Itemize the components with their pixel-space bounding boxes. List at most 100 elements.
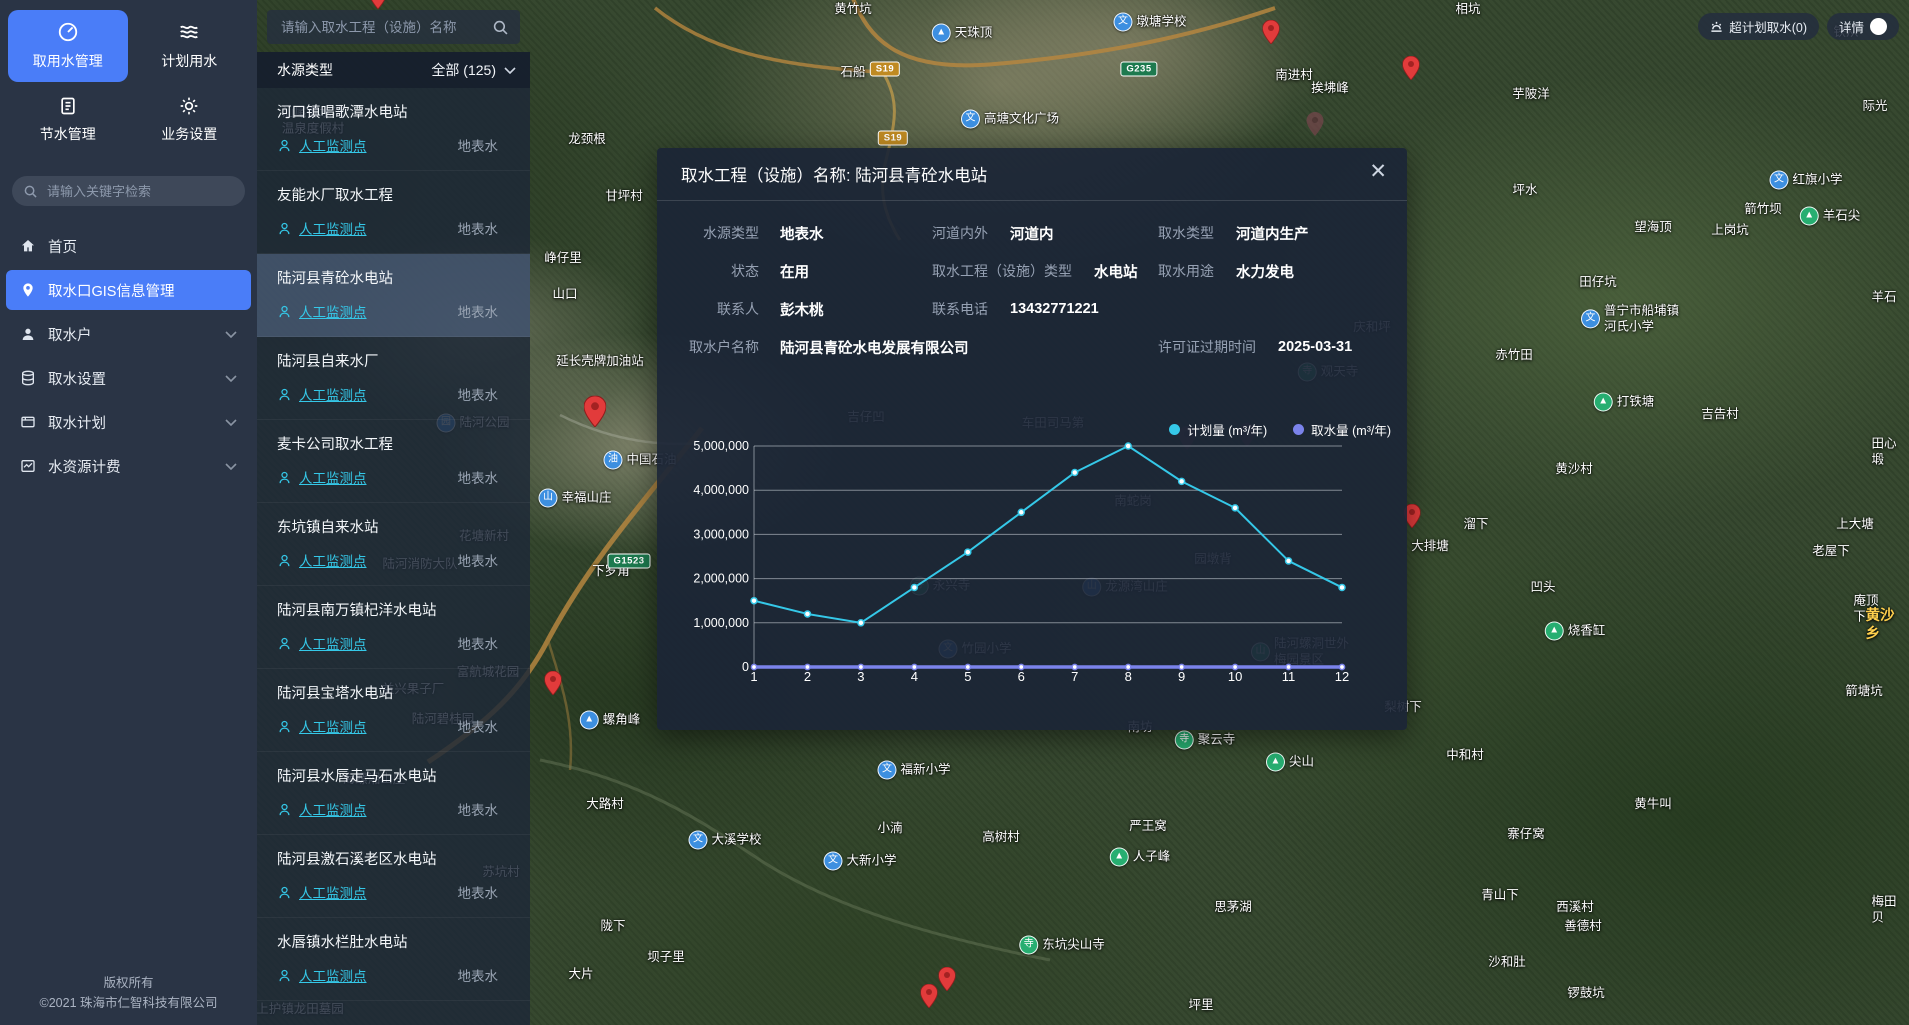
module-button[interactable]: 计划用水 (130, 10, 250, 82)
map-pin-icon[interactable] (587, 403, 604, 432)
map-place-label: 龙颈根 (568, 132, 606, 148)
station-list-item[interactable]: 陆河县宝塔水电站人工监测点 地表水 (257, 669, 530, 752)
water-source-label: 地表水 (458, 965, 499, 985)
station-list-item[interactable]: 陆河县自来水厂人工监测点地表水 (257, 337, 530, 420)
sidebar-menu: 首页取水口GIS信息管理取水户取水设置取水计划水资源计费 (0, 226, 257, 486)
station-list-item[interactable]: 麦卡公司取水工程人工监测点地表水 (257, 420, 530, 503)
green-poi-icon: ▲ (1800, 207, 1819, 226)
green-poi-icon: ▲ (1110, 848, 1129, 867)
green-poi-icon: ▲ (1594, 393, 1613, 412)
station-list-item[interactable]: 河口镇唱歌潭水电站人工监测点地表水 (257, 88, 530, 171)
map-place-name: 西溪村 (1556, 900, 1594, 916)
user-icon (20, 326, 36, 342)
monitor-type-link[interactable]: 人工监测点 (299, 882, 367, 902)
station-list-item[interactable]: 陆河县水唇走马石水电站人工监测点地表水 (257, 752, 530, 835)
sidebar-search[interactable] (12, 176, 245, 206)
svg-text:1: 1 (750, 669, 757, 684)
monitor-type-link[interactable]: 人工监测点 (299, 965, 367, 985)
field-value: 地表水 (780, 223, 824, 244)
station-list-item[interactable]: 友能水厂取水工程人工监测点地表水 (257, 171, 530, 254)
sidebar-search-input[interactable] (45, 183, 233, 200)
station-name: 陆河县宝塔水电站 (277, 682, 514, 703)
svg-text:7: 7 (1071, 669, 1078, 684)
field-value: 彭木桃 (780, 299, 824, 320)
monitor-type-link[interactable]: 人工监测点 (299, 218, 367, 238)
blue-poi-icon: 文 (823, 852, 842, 871)
over-plan-intake-button[interactable]: 超计划取水(0) (1698, 13, 1819, 40)
modal-fields: 水源类型地表水河道内外河道内取水类型河道内生产状态在用取水工程（设施）类型水电站… (657, 214, 1407, 366)
modal-header: 取水工程（设施）名称: 陆河县青砼水电站 (657, 148, 1407, 201)
station-search[interactable] (267, 10, 520, 44)
map-place-name: 梅田贝 (1872, 894, 1897, 925)
map-pin-icon[interactable] (921, 984, 938, 1013)
sidebar-menu-item[interactable]: 取水户 (6, 314, 251, 354)
water-source-label: 地表水 (458, 633, 499, 653)
station-name: 陆河县自来水厂 (277, 350, 514, 371)
map-place-label: ▲人子峰 (1110, 848, 1171, 867)
station-list-item[interactable]: 水唇镇水栏肚水电站人工监测点 地表水 (257, 918, 530, 1001)
blue-poi-icon: 文 (1113, 13, 1132, 32)
map-place-label: 黄竹坑 (834, 2, 872, 18)
person-icon (277, 636, 292, 651)
monitor-type-link[interactable]: 人工监测点 (299, 716, 367, 736)
detail-toggle[interactable]: 详情 (1827, 13, 1899, 40)
monitor-type-link[interactable]: 人工监测点 (299, 799, 367, 819)
map-place-name: 大新小学 (846, 853, 896, 869)
map-place-name: 上大塘 (1836, 517, 1874, 533)
monitor-type-link[interactable]: 人工监测点 (299, 384, 367, 404)
map-place-label: 寺聚云寺 (1175, 731, 1236, 750)
monitor-type-link[interactable]: 人工监测点 (299, 301, 367, 321)
map-place-label: 相坑 (1455, 2, 1480, 18)
sidebar-menu-item[interactable]: 取水设置 (6, 358, 251, 398)
map-place-label: 坪水 (1512, 183, 1537, 199)
field-value: 水电站 (1094, 261, 1138, 282)
sidebar-menu-item[interactable]: 水资源计费 (6, 446, 251, 486)
station-name: 陆河县青砼水电站 (277, 267, 514, 288)
field-value: 陆河县青砼水电发展有限公司 (780, 337, 969, 358)
monitor-type-link[interactable]: 人工监测点 (299, 550, 367, 570)
water-source-label: 地表水 (458, 716, 499, 736)
sidebar: 取用水管理计划用水节水管理业务设置 首页取水口GIS信息管理取水户取水设置取水计… (0, 0, 257, 1025)
search-icon[interactable] (493, 20, 508, 35)
close-icon[interactable]: ✕ (1369, 161, 1387, 182)
map-place-label: 吉告村 (1701, 407, 1739, 423)
sidebar-menu-item[interactable]: 取水计划 (6, 402, 251, 442)
map-place-name: 锣鼓坑 (1567, 986, 1605, 1002)
source-type-filter-dropdown[interactable]: 全部 (125) (431, 60, 516, 80)
map-pin-icon[interactable] (1307, 112, 1324, 141)
map-pin-icon[interactable] (939, 967, 956, 996)
map-place-label: ▲打铁塘 (1594, 393, 1655, 412)
legend-dot-icon (1169, 424, 1180, 435)
sidebar-menu-item[interactable]: 取水口GIS信息管理 (6, 270, 251, 310)
legend-item[interactable]: 取水量 (m³/年) (1293, 420, 1391, 439)
menu-item-label: 水资源计费 (48, 456, 121, 477)
module-button[interactable]: 节水管理 (8, 84, 128, 156)
map-pin-icon[interactable] (545, 671, 562, 700)
station-list-item[interactable]: 东坑镇自来水站人工监测点地表水 (257, 503, 530, 586)
station-name: 河口镇唱歌潭水电站 (277, 101, 514, 122)
station-list-item[interactable]: 陆河县青砼水电站人工监测点地表水 (257, 254, 530, 337)
svg-text:5: 5 (964, 669, 971, 684)
svg-text:4,000,000: 4,000,000 (693, 483, 749, 497)
station-meta: 人工监测点 地表水 (277, 965, 514, 985)
map-place-name: 普宁市船埔镇 河氏小学 (1604, 303, 1679, 334)
field-label: 取水工程（设施）类型 (932, 261, 1072, 281)
monitor-type-link[interactable]: 人工监测点 (299, 467, 367, 487)
monitor-type-link[interactable]: 人工监测点 (299, 633, 367, 653)
module-button[interactable]: 业务设置 (130, 84, 250, 156)
module-button[interactable]: 取用水管理 (8, 10, 128, 82)
map-place-label: 思茅湖 (1214, 900, 1252, 916)
toggle-knob-icon[interactable] (1870, 18, 1887, 35)
monitor-type-link[interactable]: 人工监测点 (299, 135, 367, 155)
map-pin-icon[interactable] (1263, 20, 1280, 49)
sidebar-menu-item[interactable]: 首页 (6, 226, 251, 266)
station-list-item[interactable]: 陆河县南万镇杞洋水电站人工监测点地表水 (257, 586, 530, 669)
module-label: 计划用水 (161, 51, 217, 71)
svg-text:2,000,000: 2,000,000 (693, 572, 749, 586)
legend-item[interactable]: 计划量 (m³/年) (1169, 420, 1267, 439)
station-list-item[interactable]: 陆河县激石溪老区水电站人工监测点地表水 (257, 835, 530, 918)
station-name: 水唇镇水栏肚水电站 (277, 931, 514, 952)
station-search-input[interactable] (279, 19, 493, 36)
map-pin-icon[interactable] (1403, 56, 1420, 85)
map-place-label: 峥仔里 (544, 251, 582, 267)
